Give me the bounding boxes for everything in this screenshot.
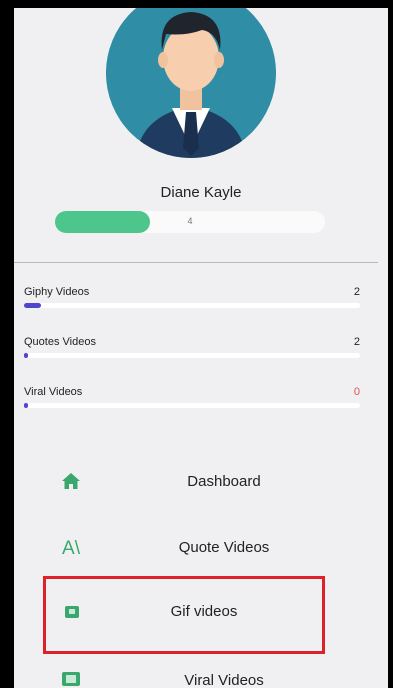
nav-label: Gif videos — [170, 603, 238, 620]
stat-count: 0 — [353, 386, 360, 398]
level-progress-bar: 4 — [55, 211, 325, 233]
font-icon: A\ — [62, 538, 80, 559]
divider — [14, 262, 378, 263]
stat-progress-track — [24, 403, 360, 408]
nav-item-gif-videos[interactable]: Gif videos — [43, 576, 325, 654]
home-icon — [60, 472, 82, 494]
stat-label: Giphy Videos — [24, 286, 90, 298]
stat-progress-fill — [24, 403, 29, 408]
avatar[interactable] — [106, 8, 276, 158]
nav-label: Quote Videos — [178, 539, 270, 556]
stat-progress-fill — [24, 353, 29, 358]
stat-label: Quotes Videos — [24, 336, 96, 348]
avatar-illustration — [106, 8, 276, 158]
calendar-icon — [61, 602, 83, 624]
stat-giphy-videos: Giphy Videos 2 — [24, 286, 360, 316]
film-icon — [60, 671, 82, 688]
level-value: 4 — [187, 216, 193, 226]
nav-item-viral-videos[interactable]: Viral Videos — [44, 658, 344, 688]
stat-label: Viral Videos — [24, 386, 83, 398]
stat-count: 2 — [353, 286, 360, 298]
stat-progress-fill — [24, 303, 41, 308]
stat-progress-track — [24, 303, 360, 308]
user-name: Diane Kayle — [160, 184, 242, 201]
nav-item-quote-videos[interactable]: A\ Quote Videos — [44, 525, 344, 573]
nav-label: Viral Videos — [184, 672, 264, 688]
nav-label: Dashboard — [187, 473, 261, 490]
nav-item-dashboard[interactable]: Dashboard — [44, 459, 344, 507]
stat-progress-track — [24, 353, 360, 358]
stat-viral-videos: Viral Videos 0 — [24, 386, 360, 416]
sidebar-panel: Diane Kayle 4 Giphy Videos 2 Quotes Vide… — [14, 8, 388, 688]
stat-quotes-videos: Quotes Videos 2 — [24, 336, 360, 366]
stat-count: 2 — [353, 336, 360, 348]
